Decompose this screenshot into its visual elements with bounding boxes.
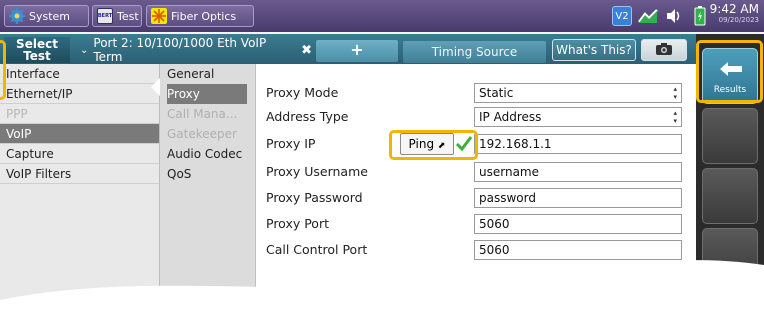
whats-this-button[interactable]: What's This?	[552, 39, 636, 61]
proxy-mode-select[interactable]: Static	[474, 83, 682, 103]
soft-key-4[interactable]	[702, 228, 758, 284]
proxy-port-label: Proxy Port	[266, 216, 329, 231]
clock-date: 09/20/2023	[718, 16, 759, 24]
row-proxy-password: Proxy Password password	[256, 186, 696, 210]
tab-timing-source[interactable]: Timing Source	[403, 41, 546, 63]
clock: 9:42 AM 09/20/2023	[697, 2, 759, 24]
test-label: Test	[117, 9, 139, 23]
nav-item-capture[interactable]: Capture	[0, 144, 159, 164]
camera-icon	[655, 41, 673, 60]
call-control-port-label: Call Control Port	[266, 242, 368, 257]
proxy-settings-form: Proxy Mode Static Address Type IP Addres…	[256, 64, 696, 313]
app-window: System BERT Test Fiber Optics V2 9:42 AM…	[0, 0, 764, 313]
fiber-optics-button[interactable]: Fiber Optics	[146, 5, 254, 27]
nav-item-interface[interactable]: Interface	[0, 64, 159, 84]
system-button[interactable]: System	[4, 5, 89, 27]
row-proxy-username: Proxy Username username	[256, 160, 696, 184]
screenshot-button[interactable]	[641, 39, 687, 61]
sub-tab-proxy[interactable]: Proxy	[167, 84, 247, 104]
gear-icon	[9, 8, 25, 24]
nav-item-ppp: PPP	[0, 104, 159, 124]
soft-key-3[interactable]	[702, 168, 758, 224]
bert-icon-text: BERT	[97, 13, 113, 19]
speaker-icon[interactable]	[664, 6, 684, 26]
proxy-port-input[interactable]: 5060	[474, 214, 682, 234]
proxy-ip-input[interactable]: 192.168.1.1	[474, 134, 682, 154]
nav-item-ethernet-ip[interactable]: Ethernet/IP	[0, 84, 159, 104]
call-control-port-input[interactable]: 5060	[474, 240, 682, 260]
fiber-optics-label: Fiber Optics	[171, 9, 237, 23]
select-test-line2: Test	[23, 49, 51, 63]
port-tab-label: Port 2: 10/100/1000 Eth VoIP Term	[93, 36, 267, 64]
test-tab-bar: Select Test ⌄ Port 2: 10/100/1000 Eth Vo…	[0, 34, 696, 64]
proxy-username-label: Proxy Username	[266, 164, 368, 179]
chevron-down-icon: ⌄	[80, 44, 89, 56]
row-proxy-mode: Proxy Mode Static	[256, 81, 696, 105]
proxy-mode-label: Proxy Mode	[266, 85, 339, 100]
select-test-button[interactable]: Select Test	[4, 37, 70, 63]
proxy-password-input[interactable]: password	[474, 188, 682, 208]
left-nav: Interface Ethernet/IP PPP VoIP Capture VoIP F…	[0, 64, 160, 313]
close-icon[interactable]: ✖	[301, 43, 312, 58]
status-icons: V2	[612, 6, 710, 26]
row-call-control-port: Call Control Port 5060	[256, 238, 696, 262]
proxy-ip-label: Proxy IP	[266, 136, 316, 151]
test-button[interactable]: BERT Test	[92, 5, 142, 27]
ping-highlight	[389, 130, 478, 160]
sub-tab-qos[interactable]: QoS	[160, 164, 255, 184]
address-type-select[interactable]: IP Address	[474, 107, 682, 127]
add-test-tab[interactable]: +	[316, 40, 398, 62]
proxy-username-input[interactable]: username	[474, 162, 682, 182]
sub-tab-call-mana: Call Mana...	[167, 107, 238, 121]
results-highlight	[696, 40, 763, 103]
soft-key-2[interactable]	[702, 108, 758, 164]
network-icon	[638, 6, 658, 26]
sub-nav: General Proxy Call Mana... Gatekeeper Audio …	[160, 64, 256, 313]
nav-item-voip-filters[interactable]: VoIP Filters	[0, 164, 159, 184]
bert-icon: BERT	[97, 8, 113, 24]
sub-tab-audio-codec[interactable]: Audio Codec	[160, 144, 255, 164]
tab-port-2[interactable]: ⌄ Port 2: 10/100/1000 Eth VoIP Term ✖	[72, 36, 312, 64]
row-address-type: Address Type IP Address	[256, 105, 696, 129]
proxy-password-label: Proxy Password	[266, 190, 363, 205]
status-bar: System BERT Test Fiber Optics V2 9:42 AM…	[0, 0, 764, 32]
row-proxy-port: Proxy Port 5060	[256, 212, 696, 236]
nav-item-voip[interactable]: VoIP	[0, 124, 159, 144]
sub-tab-gatekeeper: Gatekeeper	[167, 127, 237, 141]
system-label: System	[29, 9, 71, 23]
edge-highlight	[0, 40, 6, 100]
vnc-icon[interactable]: V2	[612, 6, 632, 26]
sub-tab-general[interactable]: General	[160, 64, 255, 84]
address-type-label: Address Type	[266, 109, 349, 124]
clock-time: 9:42 AM	[709, 2, 759, 16]
starburst-icon	[151, 8, 167, 24]
